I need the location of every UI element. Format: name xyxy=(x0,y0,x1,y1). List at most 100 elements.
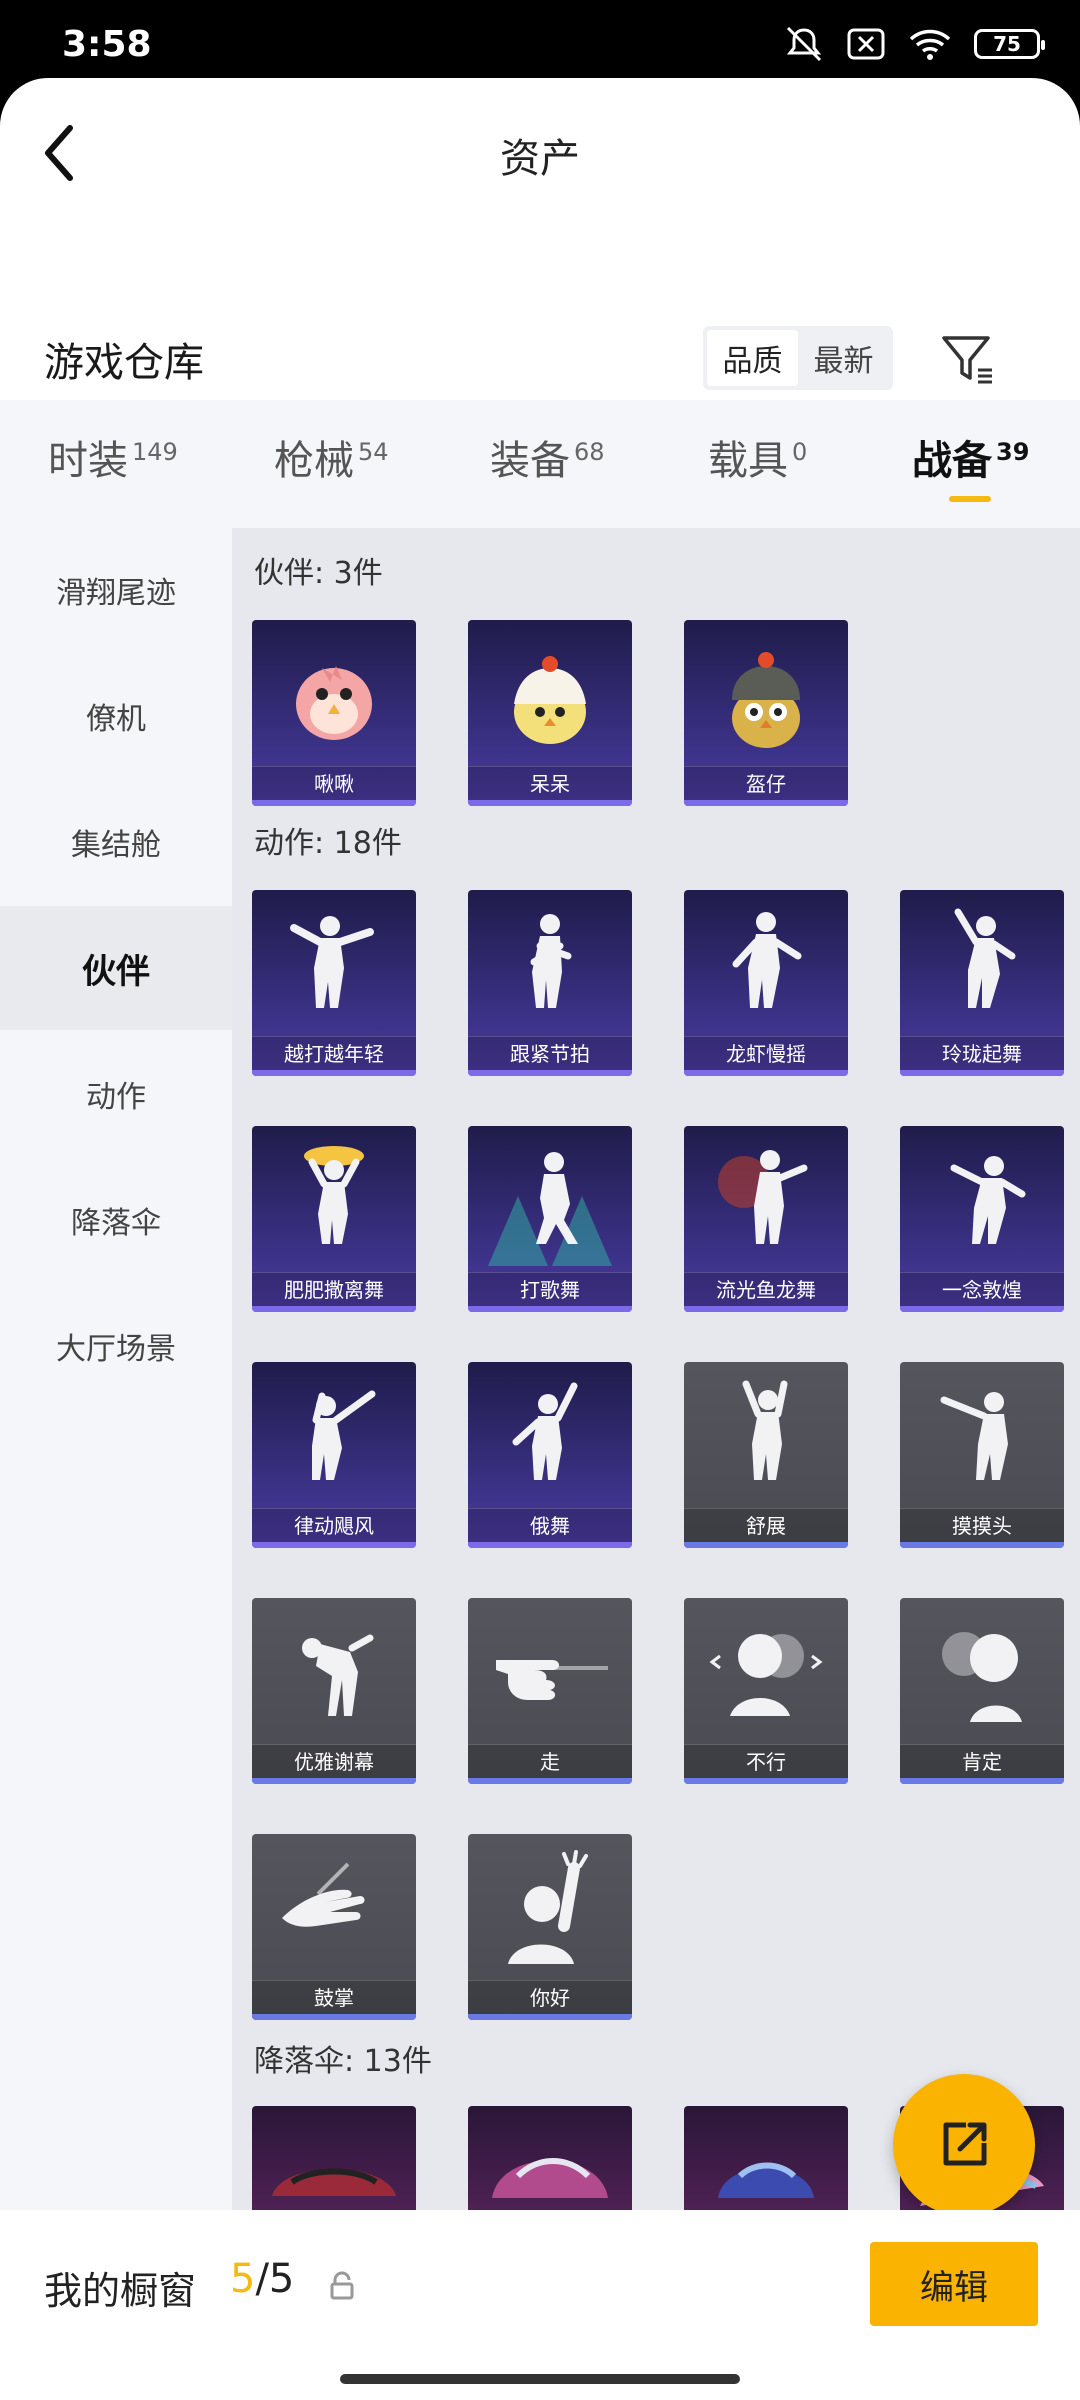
tab-label: 枪械 xyxy=(274,438,354,484)
sort-newest-button[interactable]: 最新 xyxy=(798,330,889,386)
head-shake-icon xyxy=(709,1634,823,1716)
tab-vehicles[interactable]: 载具 0 xyxy=(708,428,807,486)
dance-pose-icon xyxy=(954,908,1016,1008)
rarity-bar xyxy=(684,1306,848,1312)
item-label: 肯定 xyxy=(900,1744,1064,1778)
clapping-hands-icon xyxy=(282,1862,365,1927)
showcase-current: 5 xyxy=(230,2256,256,2302)
item-card[interactable]: 鼓掌 xyxy=(252,1834,416,2020)
sort-toggle: 品质 最新 xyxy=(703,326,893,390)
item-card[interactable]: 肥肥撒离舞 xyxy=(252,1126,416,1312)
parachute-icon xyxy=(718,2162,814,2198)
tab-count: 149 xyxy=(132,437,178,466)
item-label: 律动飓风 xyxy=(252,1508,416,1542)
sidebar-item-emote[interactable]: 动作 xyxy=(0,1032,232,1156)
lock-icon xyxy=(330,2271,354,2300)
rarity-bar xyxy=(684,800,848,806)
item-card[interactable]: 走 xyxy=(468,1598,632,1784)
pet-chick-icon xyxy=(514,656,586,744)
rarity-bar xyxy=(900,1778,1064,1784)
item-card[interactable]: 玲珑起舞 xyxy=(900,890,1064,1076)
rarity-bar xyxy=(468,1778,632,1784)
head-nod-icon xyxy=(942,1632,1022,1722)
tab-label: 战备 xyxy=(912,438,992,484)
item-card[interactable]: 越打越年轻 xyxy=(252,890,416,1076)
rarity-bar xyxy=(684,1778,848,1784)
item-card[interactable]: 摸摸头 xyxy=(900,1362,1064,1548)
item-card[interactable]: 啾啾 xyxy=(252,620,416,806)
item-card[interactable]: 肯定 xyxy=(900,1598,1064,1784)
sidebar-item-glide-trail[interactable]: 滑翔尾迹 xyxy=(0,528,232,652)
item-card[interactable] xyxy=(684,2106,848,2218)
dance-pose-icon xyxy=(290,916,374,1008)
app-sheet: 资产 游戏仓库 品质 最新 时装 149 枪械 54 装备 68 载具 0 战备 39 滑… xyxy=(0,78,1080,2400)
dance-pose-icon xyxy=(488,1152,612,1266)
battery-icon: 75 xyxy=(974,29,1045,59)
dance-pose-icon xyxy=(530,914,572,1008)
sort-quality-button[interactable]: 品质 xyxy=(707,330,798,386)
item-label: 一念敦煌 xyxy=(900,1272,1064,1306)
dance-pose-icon xyxy=(304,1146,364,1244)
item-label: 走 xyxy=(468,1744,632,1778)
item-card[interactable]: 俄舞 xyxy=(468,1362,632,1548)
no-sim-icon xyxy=(847,28,885,60)
external-link-icon xyxy=(943,2122,987,2166)
group-title-parachutes: 降落伞: 13件 xyxy=(254,2044,432,2079)
sidebar-item-partner[interactable]: 伙伴 xyxy=(0,906,232,1030)
item-label: 鼓掌 xyxy=(252,1980,416,2014)
category-tabs: 时装 149 枪械 54 装备 68 载具 0 战备 39 xyxy=(0,400,1080,528)
filter-button[interactable] xyxy=(938,330,998,390)
pet-helmet-chick-icon xyxy=(732,652,800,748)
item-card[interactable]: 打歌舞 xyxy=(468,1126,632,1312)
item-card[interactable]: 盔仔 xyxy=(684,620,848,806)
item-card[interactable] xyxy=(468,2106,632,2218)
rarity-bar xyxy=(468,1070,632,1076)
tab-equipment[interactable]: 装备 68 xyxy=(490,428,605,486)
item-card[interactable]: 舒展 xyxy=(684,1362,848,1548)
edit-button[interactable]: 编辑 xyxy=(870,2242,1038,2326)
tab-count: 68 xyxy=(574,437,605,466)
bow-pose-icon xyxy=(302,1634,374,1716)
item-card[interactable] xyxy=(252,2106,416,2218)
tab-label: 时装 xyxy=(48,438,128,484)
item-card[interactable]: 龙虾慢摇 xyxy=(684,890,848,1076)
tab-fashion[interactable]: 时装 149 xyxy=(48,428,178,486)
rarity-bar xyxy=(900,1070,1064,1076)
item-label: 摸摸头 xyxy=(900,1508,1064,1542)
showcase-count: 5/5 xyxy=(230,2256,294,2302)
filter-icon xyxy=(942,336,992,384)
item-card[interactable]: 律动飓风 xyxy=(252,1362,416,1548)
sidebar-item-wingman[interactable]: 僚机 xyxy=(0,654,232,778)
sidebar-item-parachute[interactable]: 降落伞 xyxy=(0,1158,232,1282)
item-label: 呆呆 xyxy=(468,766,632,800)
item-card[interactable]: 你好 xyxy=(468,1834,632,2020)
stretch-pose-icon xyxy=(742,1380,788,1480)
top-bar: 资产 xyxy=(0,78,1080,228)
item-card[interactable]: 不行 xyxy=(684,1598,848,1784)
item-label: 优雅谢幕 xyxy=(252,1744,416,1778)
pointing-hand-icon xyxy=(496,1660,608,1700)
item-label: 打歌舞 xyxy=(468,1272,632,1306)
wifi-icon xyxy=(909,29,951,60)
item-label: 越打越年轻 xyxy=(252,1036,416,1070)
item-label: 盔仔 xyxy=(684,766,848,800)
item-card[interactable]: 优雅谢幕 xyxy=(252,1598,416,1784)
home-indicator[interactable] xyxy=(340,2374,740,2384)
item-label: 流光鱼龙舞 xyxy=(684,1272,848,1306)
sidebar-item-lobby-scene[interactable]: 大厅场景 xyxy=(0,1284,232,1408)
item-card[interactable]: 一念敦煌 xyxy=(900,1126,1064,1312)
item-label: 你好 xyxy=(468,1980,632,2014)
item-card[interactable]: 呆呆 xyxy=(468,620,632,806)
item-card[interactable]: 跟紧节拍 xyxy=(468,890,632,1076)
pat-head-pose-icon xyxy=(940,1392,1008,1480)
tab-battle-prep[interactable]: 战备 39 xyxy=(912,428,1029,486)
tab-count: 39 xyxy=(996,437,1030,466)
sidebar-item-assembly-pod[interactable]: 集结舱 xyxy=(0,780,232,904)
rarity-bar xyxy=(468,1306,632,1312)
item-card[interactable]: 流光鱼龙舞 xyxy=(684,1126,848,1312)
tab-weapons[interactable]: 枪械 54 xyxy=(274,428,389,486)
dance-pose-icon xyxy=(950,1156,1026,1244)
group-title-emotes: 动作: 18件 xyxy=(254,826,402,861)
share-button[interactable] xyxy=(893,2074,1035,2216)
dance-pose-icon xyxy=(718,1150,808,1244)
